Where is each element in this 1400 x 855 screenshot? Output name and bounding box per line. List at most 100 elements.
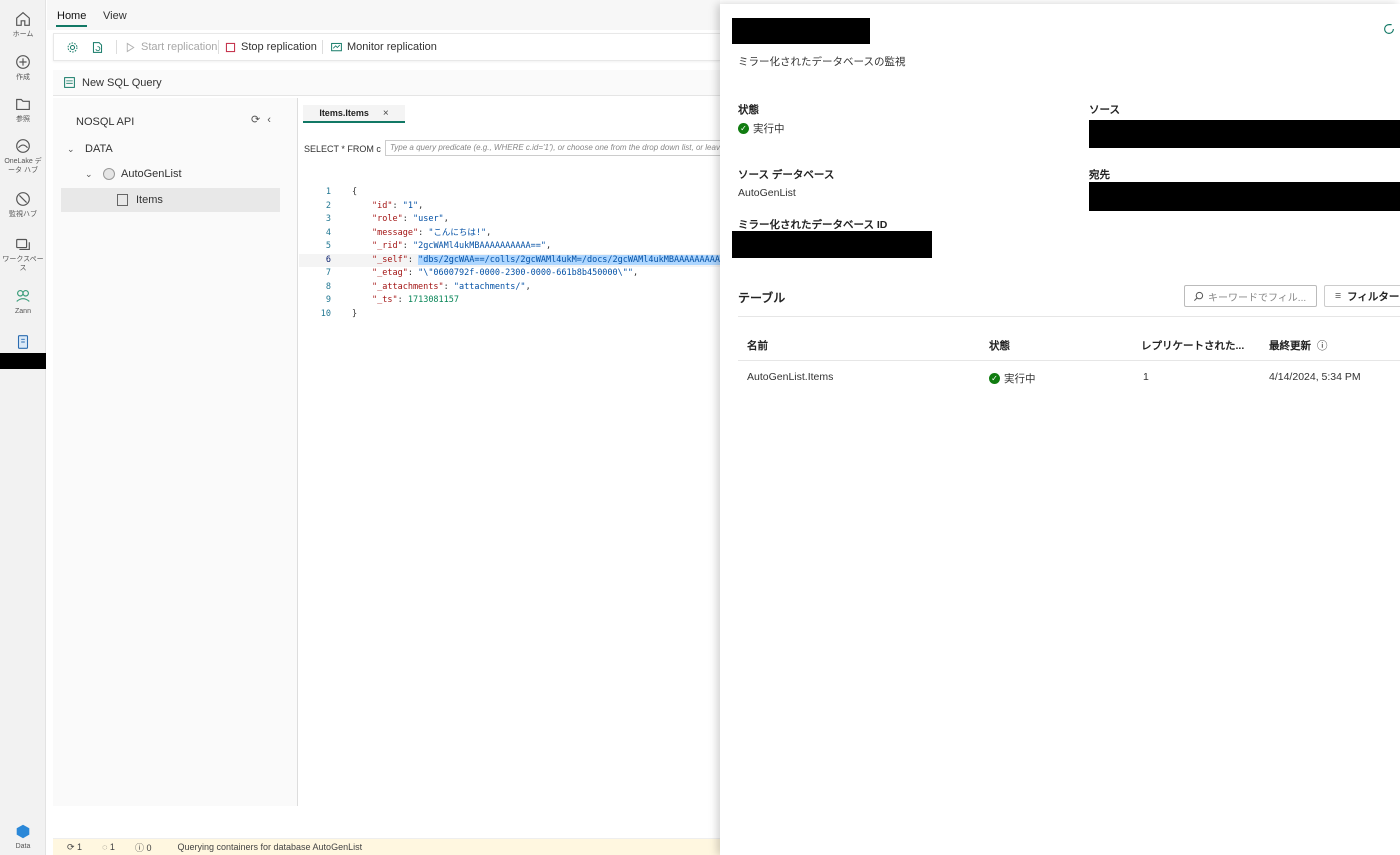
column-header-last-updated[interactable]: 最終更新 ⓘ bbox=[1269, 338, 1328, 353]
code-line[interactable]: 10} bbox=[299, 308, 720, 322]
toolbar-divider bbox=[116, 40, 117, 54]
column-header-state[interactable]: 状態 bbox=[989, 338, 1010, 353]
line-number: 6 bbox=[325, 254, 331, 265]
query-predicate-input[interactable]: Type a query predicate (e.g., WHERE c.id… bbox=[385, 140, 725, 156]
code-line[interactable]: 9 "_ts": 1713081157 bbox=[299, 294, 720, 308]
code-text: "id": "1", bbox=[372, 200, 424, 211]
monitor-replication-button[interactable]: Monitor replication bbox=[330, 34, 437, 60]
rail-browse[interactable]: 参照 bbox=[0, 95, 46, 124]
rail-data[interactable]: Data bbox=[0, 822, 46, 851]
stop-icon bbox=[225, 42, 236, 52]
redacted-block bbox=[0, 353, 46, 369]
code-line[interactable]: 2 "id": "1", bbox=[299, 200, 720, 214]
column-header-name[interactable]: 名前 bbox=[747, 338, 768, 353]
json-value: "dbs/2gcWAA==/colls/2gcWAMl4ukM=/docs/2g… bbox=[418, 254, 746, 265]
filter-button[interactable]: ≡ フィルター bbox=[1324, 285, 1400, 307]
sync-status: ⟳ 1 bbox=[67, 841, 83, 852]
row-name[interactable]: AutoGenList.Items bbox=[747, 371, 833, 383]
tables-section-title: テーブル bbox=[738, 291, 786, 305]
state-value: ✓ 実行中 bbox=[738, 121, 785, 136]
code-line[interactable]: 4 "message": "こんにちは!", bbox=[299, 227, 720, 241]
collapse-left-icon[interactable]: ‹ bbox=[267, 114, 271, 126]
refresh-icon[interactable] bbox=[1382, 22, 1396, 36]
onelake-icon bbox=[16, 139, 30, 153]
start-replication-button[interactable]: Start replication bbox=[124, 34, 217, 60]
tree-item-database[interactable]: ⌄ AutoGenList bbox=[85, 168, 182, 180]
source-db-value: AutoGenList bbox=[738, 187, 796, 199]
stop-replication-label: Stop replication bbox=[241, 41, 317, 53]
check-circle-icon: ✓ bbox=[738, 123, 749, 134]
pending-status: ◌ 1 bbox=[102, 842, 115, 852]
json-key: "_self" bbox=[372, 254, 408, 265]
code-line[interactable]: 1{ bbox=[299, 186, 720, 200]
chevron-down-icon: ⌄ bbox=[67, 143, 75, 154]
header-divider bbox=[738, 360, 1400, 361]
tree-item-items[interactable]: Items bbox=[117, 194, 163, 206]
start-replication-label: Start replication bbox=[141, 41, 218, 53]
source-db-label: ソース データベース bbox=[738, 169, 835, 181]
code-line[interactable]: 3 "role": "user", bbox=[299, 213, 720, 227]
new-sql-query-button[interactable]: New SQL Query bbox=[53, 70, 720, 96]
code-line[interactable]: 7 "_etag": "\"0600792f-0000-2300-0000-661… bbox=[299, 267, 720, 281]
source-label: ソース bbox=[1089, 104, 1120, 116]
search-icon bbox=[1194, 291, 1204, 301]
database-icon bbox=[17, 335, 29, 349]
new-sql-query-label: New SQL Query bbox=[82, 76, 162, 89]
json-value: "user" bbox=[412, 214, 444, 224]
rail-workspace[interactable]: ワークスペース bbox=[0, 235, 46, 273]
info-icon[interactable]: ⓘ bbox=[1317, 338, 1328, 353]
monitor-screen-icon bbox=[331, 42, 342, 51]
rail-label: OneLake データ ハブ bbox=[4, 158, 42, 174]
create-icon bbox=[16, 55, 30, 69]
gear-icon bbox=[67, 42, 78, 52]
query-prefix: SELECT * FROM c bbox=[304, 144, 381, 154]
json-value: 1713081157 bbox=[407, 295, 460, 305]
line-number: 3 bbox=[325, 214, 331, 224]
rail-database[interactable] bbox=[0, 333, 46, 351]
tree-item-container[interactable] bbox=[61, 188, 280, 212]
json-key: "_rid" bbox=[372, 241, 403, 251]
ribbon-tabs: Home View bbox=[47, 0, 720, 30]
stop-replication-button[interactable]: Stop replication bbox=[224, 34, 317, 60]
chevron-down-icon: ⌄ bbox=[85, 168, 93, 179]
cosmos-db-icon bbox=[103, 168, 115, 180]
column-header-replicated[interactable]: レプリケートされた... bbox=[1141, 338, 1244, 353]
json-key: "_attachments" bbox=[372, 281, 444, 292]
data-icon bbox=[16, 824, 30, 839]
tree-item-data[interactable]: ⌄ DATA bbox=[67, 143, 113, 155]
refresh-icon[interactable]: ⟳ bbox=[251, 114, 260, 126]
json-key: "message" bbox=[372, 227, 419, 238]
settings-button[interactable] bbox=[66, 34, 83, 60]
refresh-doc-button[interactable] bbox=[91, 34, 108, 60]
tab-items[interactable]: Items.Items × bbox=[303, 105, 405, 123]
rail-zann[interactable]: Zann bbox=[0, 287, 46, 316]
tab-view[interactable]: View bbox=[103, 10, 127, 22]
code-line[interactable]: 8 "_attachments": "attachments/", bbox=[299, 281, 720, 295]
rail-label: ホーム bbox=[12, 31, 34, 38]
tree-item-label: AutoGenList bbox=[121, 168, 182, 180]
rail-home[interactable]: ホーム bbox=[0, 10, 46, 39]
redacted-destination bbox=[1089, 182, 1400, 211]
rail-label: Zann bbox=[15, 308, 31, 315]
code-line[interactable]: 5 "_rid": "2gcWAMl4ukMBAAAAAAAAAA==", bbox=[299, 240, 720, 254]
document-json-viewer[interactable]: 1{2 "id": "1", 3 "role": "user", 4 "message":… bbox=[299, 186, 751, 322]
code-line[interactable]: 6 "_self": "dbs/2gcWAA==/colls/2gcWAMl4uk… bbox=[299, 253, 751, 267]
row-replicated: 1 bbox=[1143, 371, 1149, 383]
rail-onelake[interactable]: OneLake データ ハブ bbox=[0, 137, 46, 175]
code-text: { bbox=[352, 187, 358, 197]
rail-create[interactable]: 作成 bbox=[0, 53, 46, 82]
line-number: 1 bbox=[325, 187, 331, 197]
filter-label: フィルター bbox=[1347, 290, 1400, 303]
code-text: "role": "user", bbox=[372, 214, 449, 224]
keyword-filter-input[interactable]: キーワードでフィル... bbox=[1184, 285, 1317, 307]
close-icon[interactable]: × bbox=[383, 108, 389, 119]
line-number: 7 bbox=[325, 268, 331, 278]
tab-home[interactable]: Home bbox=[55, 10, 88, 27]
rail-monitor[interactable]: 監視ハブ bbox=[0, 190, 46, 219]
destination-label: 宛先 bbox=[1089, 169, 1110, 181]
status-bar: ⟳ 1 ◌ 1 ⓘ 0 Querying containers for data… bbox=[53, 838, 720, 855]
code-text: "_rid": "2gcWAMl4ukMBAAAAAAAAAA==", bbox=[372, 241, 552, 251]
panel-subtitle: ミラー化されたデータベースの監視 bbox=[738, 56, 906, 68]
query-filter-row: SELECT * FROM c Type a query predicate (… bbox=[299, 138, 725, 160]
line-number: 10 bbox=[320, 308, 331, 319]
